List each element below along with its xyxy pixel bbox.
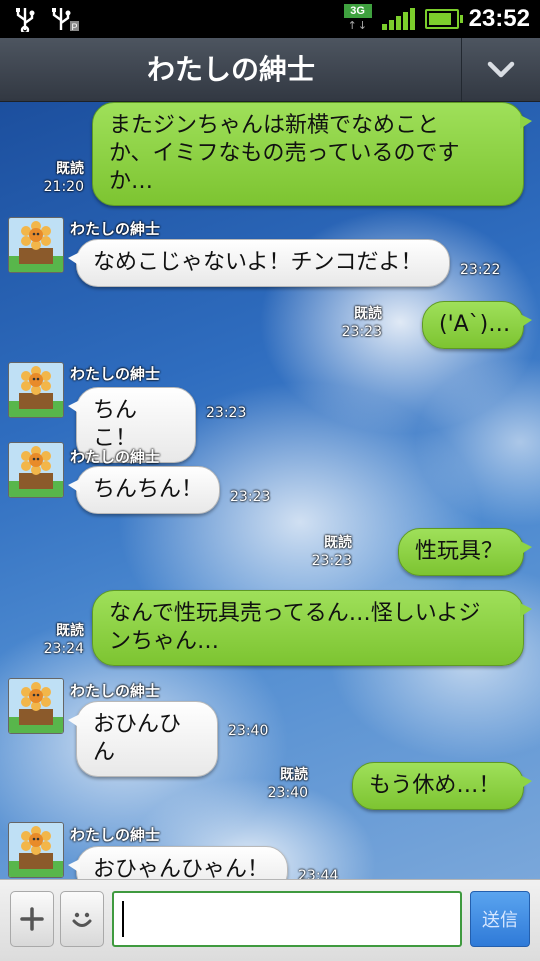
received-message-bubble[interactable]: なめこじゃないよ！チンコだよ！ (68, 239, 450, 287)
sent-message-bubble[interactable]: もう休め…！ (352, 762, 532, 810)
message-time: 23:23 (230, 489, 271, 505)
avatar[interactable] (8, 442, 64, 498)
message-time: 23:40 (228, 723, 269, 739)
message-time: 23:23 (311, 553, 352, 569)
svg-text:P: P (72, 22, 78, 32)
received-message-bubble[interactable]: ちんちん！ (68, 466, 220, 514)
avatar-image (9, 218, 63, 272)
message-text-line: ンちゃん… (109, 629, 220, 654)
avatar[interactable] (8, 362, 64, 418)
avatar-image (9, 823, 63, 877)
notification-icons: P (14, 6, 80, 32)
received-message-bubble[interactable]: おひゃんひゃん！ (68, 846, 288, 879)
sent-message-bubble[interactable]: 性玩具？ (398, 528, 532, 576)
message-text-line: 性玩具？ (415, 539, 504, 564)
avatar-image (9, 679, 63, 733)
network-3g-icon: 3G ↑↓ (343, 4, 372, 34)
avatar-image (9, 363, 63, 417)
message-text-line: おひゃんひゃん！ (93, 857, 270, 879)
smiley-icon (72, 912, 92, 927)
message-text-line: おひんひん (93, 712, 182, 765)
usb-debug-icon: P (52, 8, 79, 32)
avatar[interactable] (8, 217, 64, 273)
read-label: 既読 (324, 535, 352, 551)
read-label: 既読 (56, 161, 84, 177)
status-right: 3G ↑↓ 23:52 (343, 4, 530, 34)
network-type-label: 3G (343, 4, 372, 18)
read-receipt: 既読 23:23 (310, 305, 382, 341)
message-time: 23:22 (460, 262, 501, 278)
message-text-line: か… (109, 169, 154, 194)
message-time: 23:44 (298, 868, 339, 879)
message-text-line: か、イミフなもの売っているのです (109, 141, 460, 166)
message-time: 23:40 (267, 785, 308, 801)
status-clock: 23:52 (468, 5, 530, 32)
read-label: 既読 (280, 767, 308, 783)
sticker-button[interactable] (60, 891, 104, 947)
chat-header: わたしの紳士 (0, 38, 540, 102)
read-receipt: 既読 23:24 (12, 622, 84, 658)
message-time: 23:23 (341, 324, 382, 340)
chevron-down-icon (487, 61, 515, 77)
message-text-line: ちんこ！ (93, 398, 138, 451)
usb-icon (16, 8, 35, 32)
input-bar: 送信 (0, 879, 540, 961)
chat-area[interactable]: またジンちゃんは新横でなめこと か、イミフなもの売っているのです か… 既読 21:20… (0, 102, 540, 879)
attach-button[interactable] (10, 891, 54, 947)
message-text-line: なんで性玩具売ってるん…怪しいよジ (109, 601, 481, 626)
signal-icon (381, 8, 415, 30)
message-time: 23:23 (206, 405, 247, 421)
sender-name: わたしの紳士 (70, 220, 161, 238)
message-time: 23:24 (43, 641, 84, 657)
chat-title: わたしの紳士 (146, 53, 315, 86)
text-cursor (122, 901, 124, 937)
read-receipt: 既読 23:23 (280, 534, 352, 570)
sender-name: わたしの紳士 (70, 682, 161, 700)
message-text-line: ちんちん！ (93, 477, 204, 502)
avatar-image (9, 443, 63, 497)
avatar[interactable] (8, 678, 64, 734)
read-receipt: 既読 21:20 (12, 160, 84, 196)
plus-icon (20, 907, 44, 931)
sent-message-bubble[interactable]: ('A`)… (422, 301, 532, 349)
read-label: 既読 (354, 306, 382, 322)
avatar[interactable] (8, 822, 64, 878)
sent-message-bubble[interactable]: またジンちゃんは新横でなめこと か、イミフなもの売っているのです か… (92, 102, 532, 206)
send-button[interactable]: 送信 (470, 891, 530, 947)
message-input[interactable] (112, 891, 462, 947)
header-menu-button[interactable] (461, 38, 540, 101)
data-arrows-icon: ↑↓ (347, 19, 369, 32)
message-time: 21:20 (43, 179, 84, 195)
battery-icon (424, 9, 463, 29)
message-text-line: もう休め…！ (369, 773, 501, 798)
message-text-line: なめこじゃないよ！チンコだよ！ (93, 250, 423, 275)
sender-name: わたしの紳士 (70, 365, 161, 383)
received-message-bubble[interactable]: おひんひん (68, 701, 218, 777)
read-receipt: 既読 23:40 (236, 766, 308, 802)
read-label: 既読 (56, 623, 84, 639)
sender-name: わたしの紳士 (70, 448, 161, 466)
message-text-line: ('A`)… (439, 312, 511, 337)
status-bar: P 3G ↑↓ 23:52 (0, 0, 540, 38)
message-text-line: またジンちゃんは新横でなめこと (109, 113, 440, 138)
sender-name: わたしの紳士 (70, 826, 161, 844)
sent-message-bubble[interactable]: なんで性玩具売ってるん…怪しいよジ ンちゃん… (92, 590, 532, 666)
